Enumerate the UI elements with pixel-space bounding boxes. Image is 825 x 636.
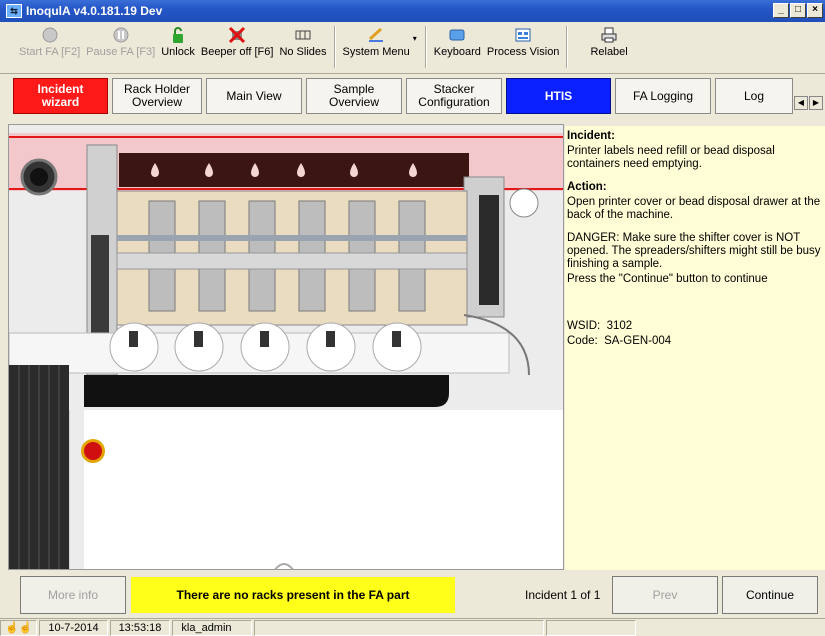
dropdown-arrow-icon[interactable]: ▾ bbox=[413, 22, 417, 43]
keyboard-button[interactable]: Keyboard bbox=[431, 22, 484, 70]
slides-icon bbox=[294, 26, 312, 44]
continue-button[interactable]: Continue bbox=[722, 576, 818, 614]
incident-heading: Incident: bbox=[567, 130, 615, 142]
status-time: 13:53:18 bbox=[109, 619, 171, 636]
wsid-row: WSID: 3102 bbox=[567, 320, 633, 332]
tab-rack-holder-overview[interactable]: Rack Holder Overview bbox=[112, 78, 202, 114]
status-user: kla_admin bbox=[172, 619, 253, 636]
status-message: There are no racks present in the FA par… bbox=[131, 577, 455, 613]
scroll-right-icon[interactable]: ▶ bbox=[809, 96, 823, 110]
toolbar-separator bbox=[333, 26, 336, 68]
machine-view bbox=[8, 124, 564, 570]
start-icon bbox=[41, 26, 59, 44]
tab-scroll: ◀ ▶ bbox=[794, 96, 823, 110]
tab-fa-logging[interactable]: FA Logging bbox=[615, 78, 711, 114]
no-slides-button[interactable]: No Slides bbox=[276, 22, 329, 70]
maximize-button[interactable]: □ bbox=[790, 3, 806, 18]
system-menu-icon bbox=[367, 26, 385, 44]
system-menu-button[interactable]: System Menu bbox=[340, 22, 413, 70]
tab-row: Incident wizard Rack Holder Overview Mai… bbox=[0, 78, 825, 116]
prev-button[interactable]: Prev bbox=[612, 576, 718, 614]
tab-log[interactable]: Log bbox=[715, 78, 793, 114]
toolbar-separator bbox=[424, 26, 427, 68]
action-text: Open printer cover or bead disposal draw… bbox=[567, 196, 821, 221]
toolbar: Start FA [F2] Pause FA [F3] Unlock Beepe… bbox=[0, 22, 825, 74]
code-row: Code: SA-GEN-004 bbox=[567, 335, 672, 347]
tab-main-view[interactable]: Main View bbox=[206, 78, 302, 114]
machine-diagram bbox=[9, 125, 563, 569]
keyboard-icon bbox=[448, 26, 466, 44]
process-vision-icon bbox=[514, 26, 532, 44]
status-date: 10-7-2014 bbox=[39, 619, 108, 636]
unlock-button[interactable]: Unlock bbox=[158, 22, 198, 70]
status-empty-2 bbox=[546, 619, 637, 636]
incident-info-panel: Incident: Printer labels need refill or … bbox=[565, 126, 825, 570]
beeper-icon bbox=[228, 26, 246, 44]
continue-hint: Press the "Continue" button to continue bbox=[567, 273, 768, 285]
process-vision-button[interactable]: Process Vision bbox=[484, 22, 563, 70]
tab-incident-wizard[interactable]: Incident wizard bbox=[13, 78, 108, 114]
status-bar: ☝☝ 10-7-2014 13:53:18 kla_admin bbox=[0, 618, 825, 636]
relabel-button[interactable]: Relabel bbox=[572, 22, 645, 70]
toolbar-separator bbox=[566, 26, 569, 68]
hand-icon: ☝☝ bbox=[0, 619, 38, 636]
window-controls: _ □ × bbox=[773, 3, 823, 18]
scroll-left-icon[interactable]: ◀ bbox=[794, 96, 808, 110]
start-fa-button[interactable]: Start FA [F2] bbox=[16, 22, 83, 70]
pause-icon bbox=[112, 26, 130, 44]
danger-text: DANGER: Make sure the shifter cover is N… bbox=[567, 232, 821, 270]
more-info-button[interactable]: More info bbox=[20, 576, 126, 614]
tab-sample-overview[interactable]: Sample Overview bbox=[306, 78, 402, 114]
bottom-bar: More info There are no racks present in … bbox=[0, 574, 825, 618]
title-bar: ⇆ InoqulA v4.0.181.19 Dev _ □ × bbox=[0, 0, 825, 22]
beeper-off-button[interactable]: Beeper off [F6] bbox=[198, 22, 277, 70]
lock-icon bbox=[169, 26, 187, 44]
minimize-button[interactable]: _ bbox=[773, 3, 789, 18]
window-title: InoqulA v4.0.181.19 Dev bbox=[26, 4, 163, 18]
incident-counter: Incident 1 of 1 bbox=[525, 588, 601, 602]
incident-text: Printer labels need refill or bead dispo… bbox=[567, 145, 775, 170]
action-heading: Action: bbox=[567, 181, 607, 193]
tab-htis[interactable]: HTIS bbox=[506, 78, 611, 114]
close-button[interactable]: × bbox=[807, 3, 823, 18]
pause-fa-button[interactable]: Pause FA [F3] bbox=[83, 22, 158, 70]
app-icon: ⇆ bbox=[6, 4, 22, 18]
status-empty bbox=[254, 619, 545, 636]
tab-stacker-configuration[interactable]: Stacker Configuration bbox=[406, 78, 502, 114]
printer-icon bbox=[600, 26, 618, 44]
